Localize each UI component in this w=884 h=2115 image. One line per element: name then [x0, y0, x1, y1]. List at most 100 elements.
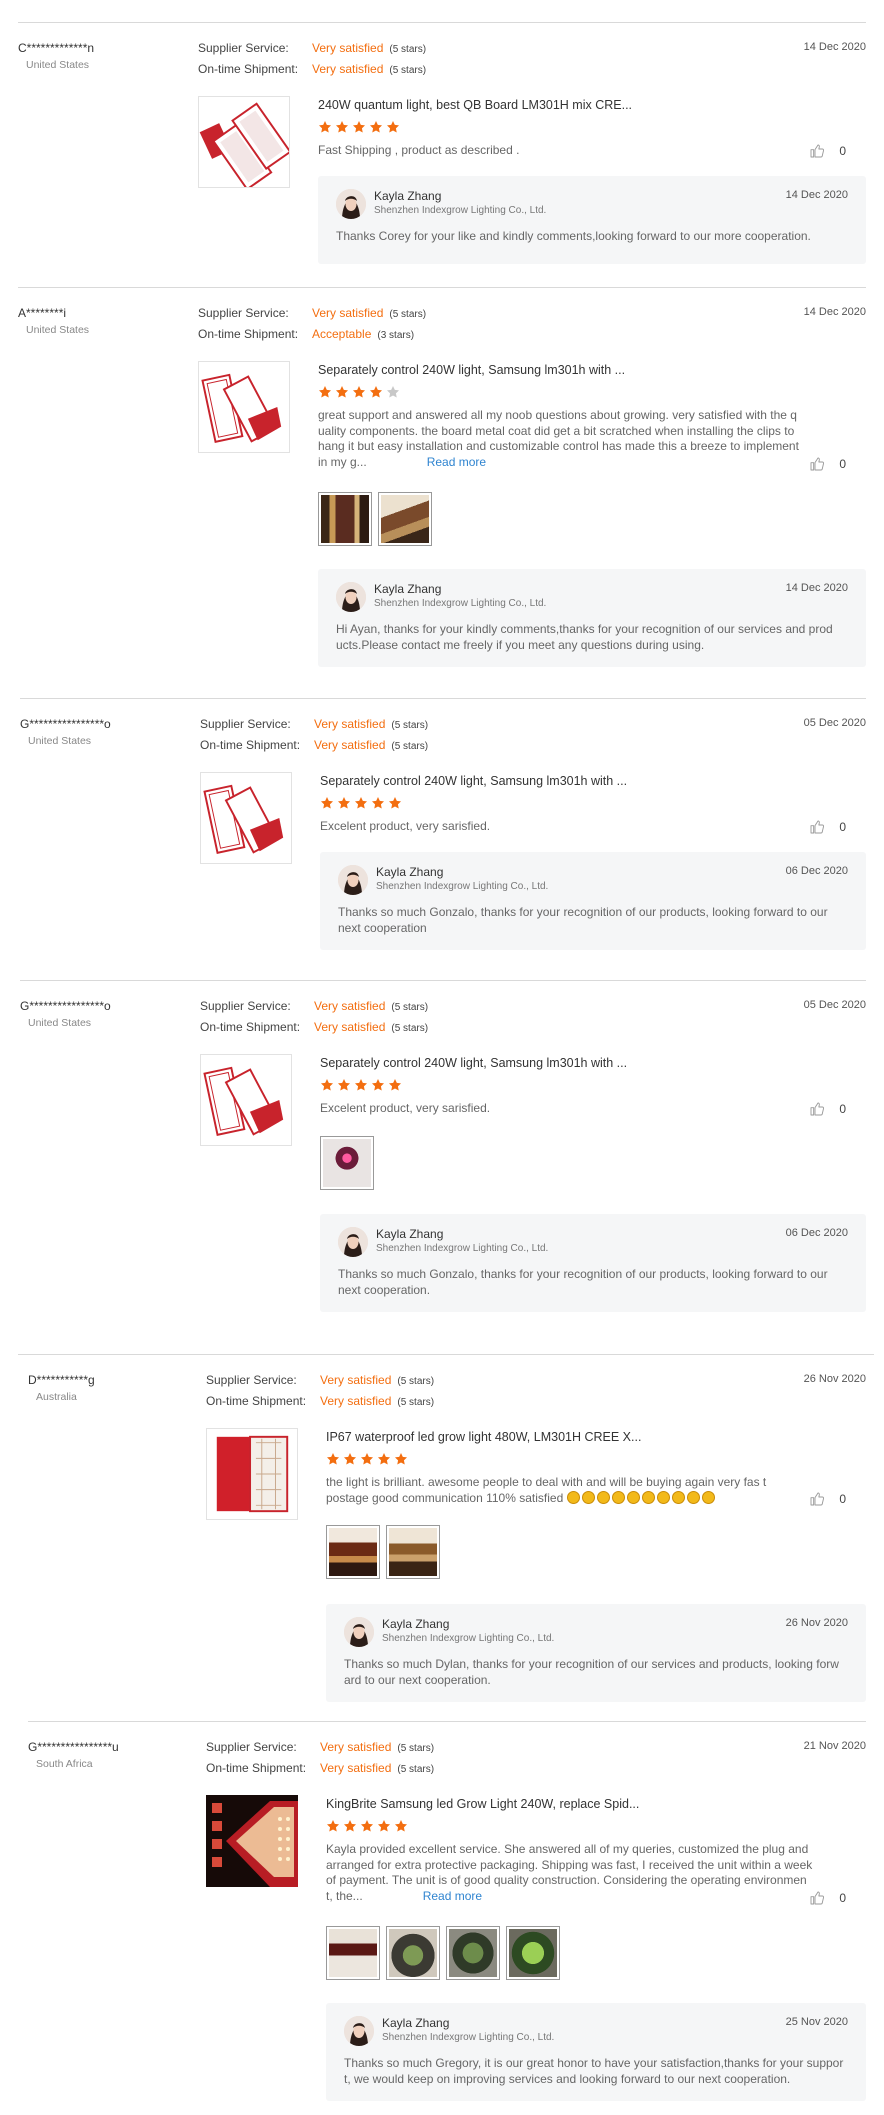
review-photo[interactable] [318, 492, 372, 546]
supplier-service-stars: (5 stars) [389, 309, 427, 320]
supplier-service-rating: Supplier Service: Very satisfied (5 stars) [206, 1373, 434, 1387]
supplier-reply: Kayla Zhang Shenzhen Indexgrow Lighting … [318, 569, 866, 667]
review-photo[interactable] [446, 1926, 500, 1980]
star-icon [335, 385, 349, 399]
shipment-rating: On-time Shipment: Very satisfied (5 stars) [200, 1020, 428, 1034]
review-text-body: Kayla provided excellent service. She an… [326, 1842, 813, 1903]
supplier-service-stars: (5 stars) [397, 1376, 435, 1387]
thumbs-up-icon [809, 1491, 825, 1507]
star-icon [371, 796, 385, 810]
review-item: A********i United States Supplier Servic… [18, 287, 866, 698]
product-title-link[interactable]: Separately control 240W light, Samsung l… [320, 1056, 627, 1070]
avatar [336, 189, 366, 219]
reply-date: 25 Nov 2020 [785, 2016, 848, 2028]
reply-date: 06 Dec 2020 [785, 1227, 848, 1239]
product-title-link[interactable]: 240W quantum light, best QB Board LM301H… [318, 98, 632, 112]
buyer-country: United States [26, 59, 90, 71]
star-icon [352, 120, 366, 134]
star-icon [354, 1078, 368, 1092]
buyer-name: A********i [18, 306, 67, 320]
review-photo[interactable] [386, 1926, 440, 1980]
shipment-stars: (5 stars) [397, 1764, 435, 1775]
like-button[interactable]: 0 [809, 1890, 846, 1906]
supplier-service-value: Very satisfied [320, 1740, 392, 1754]
supplier-service-label: Supplier Service: [198, 41, 289, 55]
star-icon [369, 385, 383, 399]
star-icon [343, 1819, 357, 1833]
review-date: 05 Dec 2020 [803, 999, 866, 1011]
review-photo[interactable] [378, 492, 432, 546]
like-count: 0 [839, 144, 846, 158]
product-title-link[interactable]: KingBrite Samsung led Grow Light 240W, r… [326, 1797, 639, 1811]
review-photo[interactable] [320, 1136, 374, 1190]
review-photo[interactable] [326, 1926, 380, 1980]
supplier-service-stars: (5 stars) [391, 1002, 429, 1013]
shipment-value: Acceptable [312, 327, 372, 341]
shipment-stars: (5 stars) [391, 741, 429, 752]
product-title-link[interactable]: Separately control 240W light, Samsung l… [320, 774, 627, 788]
review-item: G****************o United States Supplie… [20, 980, 866, 1354]
product-thumbnail[interactable] [198, 361, 290, 453]
review-date: 26 Nov 2020 [803, 1373, 866, 1385]
reply-company: Shenzhen Indexgrow Lighting Co., Ltd. [374, 598, 547, 609]
star-icon [394, 1452, 408, 1466]
shipment-rating: On-time Shipment: Very satisfied (5 stars) [200, 738, 428, 752]
star-icon [360, 1452, 374, 1466]
supplier-service-value: Very satisfied [312, 41, 384, 55]
reply-author: Kayla Zhang [376, 865, 444, 879]
product-title-link[interactable]: Separately control 240W light, Samsung l… [318, 363, 625, 377]
thumbs-up-icon [809, 143, 825, 159]
buyer-name: G****************o [20, 999, 111, 1013]
product-thumbnail[interactable] [200, 1054, 292, 1146]
reply-author: Kayla Zhang [374, 189, 442, 203]
product-thumbnail[interactable] [200, 772, 292, 864]
product-thumbnail[interactable] [206, 1795, 298, 1887]
star-icon [320, 1078, 334, 1092]
star-icon [394, 1819, 408, 1833]
avatar [338, 1227, 368, 1257]
supplier-service-rating: Supplier Service: Very satisfied (5 stars) [200, 999, 428, 1013]
shipment-label: On-time Shipment: [198, 62, 299, 76]
shipment-value: Very satisfied [314, 1020, 386, 1034]
review-text: Fast Shipping , product as described . [318, 143, 818, 159]
thumbs-up-icon [809, 456, 825, 472]
read-more-link[interactable]: Read more [423, 1889, 482, 1903]
like-button[interactable]: 0 [809, 456, 846, 472]
review-photos [326, 1525, 440, 1579]
rating-stars [320, 1078, 402, 1092]
star-icon [337, 796, 351, 810]
product-title-link[interactable]: IP67 waterproof led grow light 480W, LM3… [326, 1430, 641, 1444]
buyer-country: United States [26, 324, 90, 336]
star-icon [377, 1819, 391, 1833]
review-photo[interactable] [386, 1525, 440, 1579]
reply-company: Shenzhen Indexgrow Lighting Co., Ltd. [382, 2032, 555, 2043]
review-item: G****************u South Africa Supplier… [28, 1721, 866, 2115]
read-more-link[interactable]: Read more [427, 455, 486, 469]
review-item: D***********g Australia Supplier Service… [18, 1354, 874, 1721]
like-count: 0 [839, 1102, 846, 1116]
supplier-service-label: Supplier Service: [200, 999, 291, 1013]
review-text-body: Fast Shipping , product as described . [318, 143, 520, 157]
supplier-service-label: Supplier Service: [200, 717, 291, 731]
review-photo[interactable] [506, 1926, 560, 1980]
review-photo[interactable] [326, 1525, 380, 1579]
reply-date: 26 Nov 2020 [785, 1617, 848, 1629]
buyer-name: C*************n [18, 41, 95, 55]
star-icon [371, 1078, 385, 1092]
shipment-label: On-time Shipment: [206, 1761, 307, 1775]
reply-company: Shenzhen Indexgrow Lighting Co., Ltd. [382, 1633, 555, 1644]
like-count: 0 [839, 1492, 846, 1506]
like-button[interactable]: 0 [809, 1491, 846, 1507]
star-icon [318, 385, 332, 399]
shipment-value: Very satisfied [312, 62, 384, 76]
supplier-service-rating: Supplier Service: Very satisfied (5 stars) [200, 717, 428, 731]
product-thumbnail[interactable] [198, 96, 290, 188]
supplier-reply: Kayla Zhang Shenzhen Indexgrow Lighting … [326, 1604, 866, 1702]
like-button[interactable]: 0 [809, 143, 846, 159]
supplier-service-stars: (5 stars) [389, 44, 427, 55]
review-text-body: great support and answered all my noob q… [318, 408, 799, 469]
like-button[interactable]: 0 [809, 1101, 846, 1117]
product-thumbnail[interactable] [206, 1428, 298, 1520]
avatar [344, 2016, 374, 2046]
like-button[interactable]: 0 [809, 819, 846, 835]
